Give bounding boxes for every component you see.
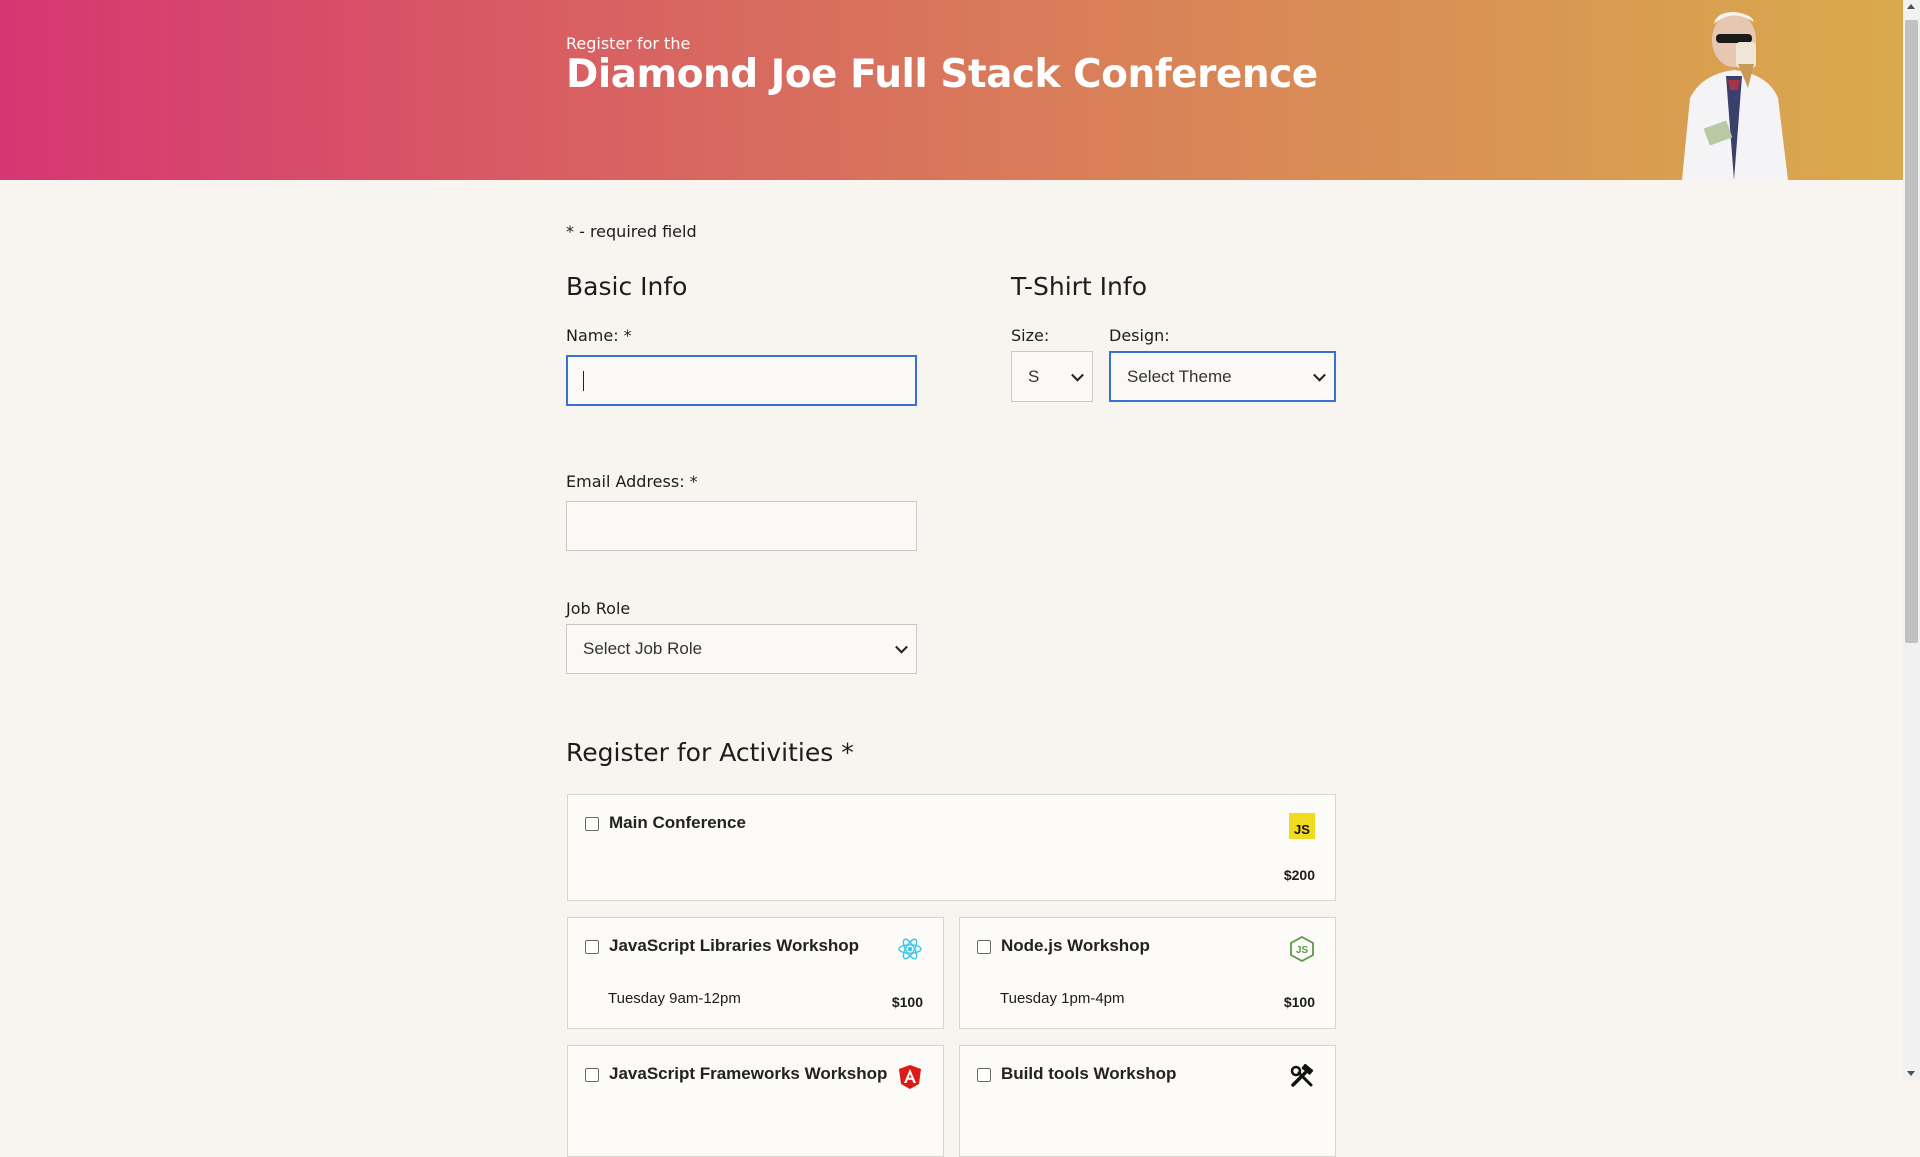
required-field-note: * - required field [566,222,697,241]
activity-name: JavaScript Libraries Workshop [609,936,860,955]
tools-icon [1290,1064,1314,1087]
job-role-selected: Select Job Role [583,639,703,658]
email-label: Email Address: * [566,472,698,491]
page-header: Register for the Diamond Joe Full Stack … [0,0,1903,180]
activity-card-nodejs[interactable]: Node.js Workshop JS Tuesday 1pm-4pm $100 [959,917,1336,1029]
svg-text:JS: JS [1296,945,1309,956]
activity-name: Node.js Workshop [1001,936,1150,955]
name-field[interactable] [566,355,917,406]
job-role-select[interactable]: Select Job Role [566,624,917,674]
scrollbar-thumb[interactable] [1905,20,1918,643]
activity-name: JavaScript Frameworks Workshop [609,1064,888,1083]
job-role-label: Job Role [566,599,631,618]
text-caret [583,371,584,391]
activity-time: Tuesday 1pm-4pm [1000,990,1125,1007]
activity-name: Build tools Workshop [1001,1064,1177,1083]
angular-icon [899,1065,921,1089]
activity-price: $100 [891,994,923,1010]
tshirt-info-heading: T-Shirt Info [1011,272,1147,301]
activities-heading: Register for Activities * [566,738,854,767]
page-scrollbar[interactable] [1903,0,1920,1080]
react-icon [898,938,922,960]
size-selected: S [1028,366,1040,386]
activity-name: Main Conference [609,813,746,832]
speaker-photo [1682,12,1788,180]
size-label: Size: [1011,326,1050,345]
scroll-up-icon[interactable] [1907,4,1915,9]
javascript-icon: JS [1289,813,1315,839]
header-pretitle: Register for the [566,34,691,53]
activity-time: Tuesday 9am-12pm [608,990,741,1007]
design-label: Design: [1109,326,1170,345]
activity-checkbox[interactable] [585,940,599,954]
design-select[interactable]: Select Theme [1109,351,1336,402]
scroll-down-icon[interactable] [1907,1071,1915,1076]
activity-price: $200 [1283,867,1315,883]
activity-card-js-frameworks[interactable]: JavaScript Frameworks Workshop [567,1045,944,1157]
activity-card-build-tools[interactable]: Build tools Workshop [959,1045,1336,1157]
basic-info-heading: Basic Info [566,272,688,301]
email-field[interactable] [566,501,917,551]
page-title: Diamond Joe Full Stack Conference [566,52,1318,97]
activity-card-js-libraries[interactable]: JavaScript Libraries Workshop Tuesday 9a… [567,917,944,1029]
activity-card-main-conference[interactable]: Main Conference JS $200 [567,794,1336,901]
size-select[interactable]: S [1011,351,1093,402]
design-selected: Select Theme [1127,366,1232,386]
activity-price: $100 [1283,994,1315,1010]
activity-checkbox[interactable] [585,817,599,831]
chevron-down-icon [1313,368,1326,382]
svg-text:JS: JS [1294,822,1310,837]
name-label: Name: * [566,326,632,345]
chevron-down-icon [1071,368,1084,382]
activity-checkbox[interactable] [977,940,991,954]
chevron-down-icon [895,640,908,654]
nodejs-icon: JS [1290,936,1314,962]
